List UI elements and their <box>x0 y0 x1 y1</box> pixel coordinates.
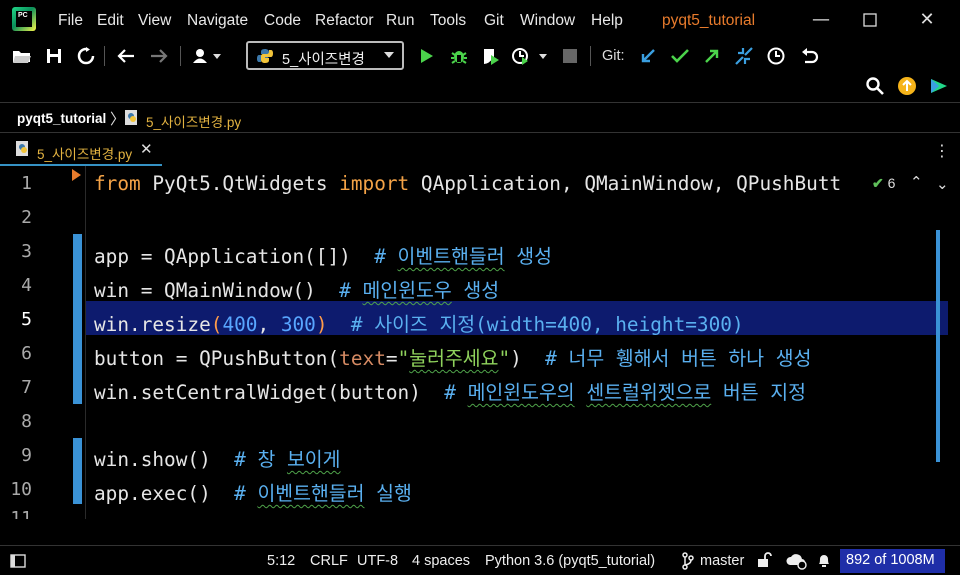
code-line-3: app = QApplication([]) # 이벤트핸들러 생성 <box>94 245 552 268</box>
chevron-down-icon[interactable]: ⌄ <box>936 175 949 193</box>
memory-indicator[interactable]: 892 of 1008M <box>840 549 945 573</box>
menu-run[interactable]: Run <box>386 12 414 30</box>
breadcrumb: pyqt5_tutorial 〉 5_사이즈변경.py <box>0 102 960 132</box>
cloud-sync-icon[interactable] <box>786 552 808 570</box>
line-number: 6 <box>21 343 32 364</box>
back-icon[interactable] <box>114 44 138 68</box>
tab-5-size-change[interactable]: 5_사이즈변경.py ✕ <box>0 133 162 167</box>
menu-navigate[interactable]: Navigate <box>187 12 248 30</box>
menu-view[interactable]: View <box>138 12 171 30</box>
notifications-icon[interactable] <box>817 553 831 569</box>
line-number: 2 <box>21 207 32 228</box>
breadcrumb-project[interactable]: pyqt5_tutorial <box>17 111 106 126</box>
lock-icon[interactable] <box>757 552 773 568</box>
save-icon[interactable] <box>42 44 66 68</box>
git-commit-icon[interactable] <box>668 44 692 68</box>
indent-setting[interactable]: 4 spaces <box>412 553 470 569</box>
breadcrumb-file[interactable]: 5_사이즈변경.py <box>146 111 241 131</box>
run-icon[interactable] <box>415 44 439 68</box>
status-bar: 5:12 CRLF UTF-8 4 spaces Python 3.6 (pyq… <box>0 545 960 575</box>
editor-tab-bar: 5_사이즈변경.py ✕ ⋮ <box>0 132 960 167</box>
code-line-1: from PyQt5.QtWidgets import QApplication… <box>94 172 842 195</box>
line-separator[interactable]: CRLF <box>310 553 348 569</box>
menu-file[interactable]: File <box>58 12 83 30</box>
update-available-icon[interactable] <box>895 74 919 98</box>
line-number: 7 <box>21 377 32 398</box>
maximize-icon[interactable] <box>855 8 885 32</box>
sync-icon[interactable] <box>74 44 98 68</box>
vcs-change-marker[interactable] <box>73 234 82 404</box>
minimize-icon[interactable]: — <box>806 8 836 32</box>
python-interpreter[interactable]: Python 3.6 (pyqt5_tutorial) <box>485 553 655 569</box>
line-number: 9 <box>21 445 32 466</box>
menu-tools[interactable]: Tools <box>430 12 466 30</box>
rollback-icon[interactable] <box>798 44 822 68</box>
run-with-coverage-icon[interactable] <box>479 44 503 68</box>
menu-git[interactable]: Git <box>484 12 504 30</box>
pycharm-logo-icon[interactable]: PC <box>12 7 36 31</box>
python-file-icon <box>16 141 28 156</box>
code-editor[interactable]: 1 2 3 4 5 6 7 8 9 10 11 from PyQt5.QtWid… <box>0 166 960 519</box>
main-toolbar: 5_사이즈변경 Git: <box>0 40 960 72</box>
cursor-position[interactable]: 5:12 <box>267 553 295 569</box>
more-vertical-icon[interactable]: ⋮ <box>934 141 950 160</box>
check-icon: ✔ <box>872 175 884 191</box>
close-tab-icon[interactable]: ✕ <box>140 140 153 158</box>
window-title: pyqt5_tutorial <box>662 12 756 29</box>
open-folder-icon[interactable] <box>10 44 34 68</box>
vcs-change-marker[interactable] <box>73 438 82 504</box>
menu-edit[interactable]: Edit <box>97 12 124 30</box>
code-line-10: app.exec() # 이벤트핸들러 실행 <box>94 482 412 505</box>
run-configuration-selector[interactable]: 5_사이즈변경 <box>246 41 404 70</box>
code-line-6: button = QPushButton(text="눌러주세요") # 너무 … <box>94 347 812 370</box>
stop-icon[interactable] <box>558 44 582 68</box>
menu-help[interactable]: Help <box>591 12 623 30</box>
git-update-icon[interactable] <box>636 44 660 68</box>
line-number-gutter: 1 2 3 4 5 6 7 8 9 10 11 <box>0 166 86 519</box>
search-icon[interactable] <box>863 74 887 98</box>
code-line-7: win.setCentralWidget(button) # 메인윈도우의 센트… <box>94 381 806 404</box>
debug-icon[interactable] <box>447 44 471 68</box>
git-branch-icon <box>682 552 694 570</box>
history-icon[interactable] <box>764 44 788 68</box>
secondary-toolbar <box>0 72 960 102</box>
chevron-down-icon <box>384 52 394 58</box>
inspection-widget[interactable]: ✔ 6 <box>872 175 895 192</box>
code-line-5: win.resize(400, 300) # 사이즈 지정(width=400,… <box>94 313 744 336</box>
jetbrains-toolbox-icon[interactable] <box>927 74 951 98</box>
code-line-9: win.show() # 창 보이게 <box>94 448 341 471</box>
line-number: 5 <box>21 309 32 330</box>
line-number: 8 <box>21 411 32 432</box>
git-push-icon[interactable] <box>700 44 724 68</box>
run-gutter-arrow-icon[interactable] <box>72 169 81 181</box>
menu-code[interactable]: Code <box>264 12 301 30</box>
git-label: Git: <box>602 48 625 64</box>
tab-label: 5_사이즈변경.py <box>37 147 133 162</box>
menu-refactor[interactable]: Refactor <box>315 12 374 30</box>
menu-window[interactable]: Window <box>520 12 575 30</box>
close-window-icon[interactable]: ✕ <box>912 8 942 32</box>
line-number: 4 <box>21 275 32 296</box>
chevron-up-icon[interactable]: ⌃ <box>910 173 923 191</box>
run-configuration-label: 5_사이즈변경 <box>282 52 365 68</box>
file-encoding[interactable]: UTF-8 <box>357 553 398 569</box>
tool-windows-icon[interactable] <box>10 554 26 568</box>
line-number: 11 <box>10 508 32 519</box>
breadcrumb-separator-icon: 〉 <box>110 110 126 128</box>
user-dropdown-icon[interactable] <box>190 44 226 68</box>
memory-usage: 892 of 1008M <box>846 552 935 568</box>
code-line-4: win = QMainWindow() # 메인윈도우 생성 <box>94 279 500 302</box>
inspection-count: 6 <box>887 175 896 191</box>
forward-icon[interactable] <box>147 44 171 68</box>
git-branch[interactable]: master <box>700 553 744 569</box>
python-file-icon <box>125 110 137 125</box>
line-number: 10 <box>10 479 32 500</box>
git-merge-icon[interactable] <box>732 44 756 68</box>
title-bar: PC File Edit View Navigate Code Refactor… <box>0 0 960 40</box>
profile-dropdown-icon[interactable] <box>510 44 550 68</box>
line-number: 3 <box>21 241 32 262</box>
scrollbar-change-marker[interactable] <box>936 230 940 462</box>
line-number: 1 <box>21 173 32 194</box>
